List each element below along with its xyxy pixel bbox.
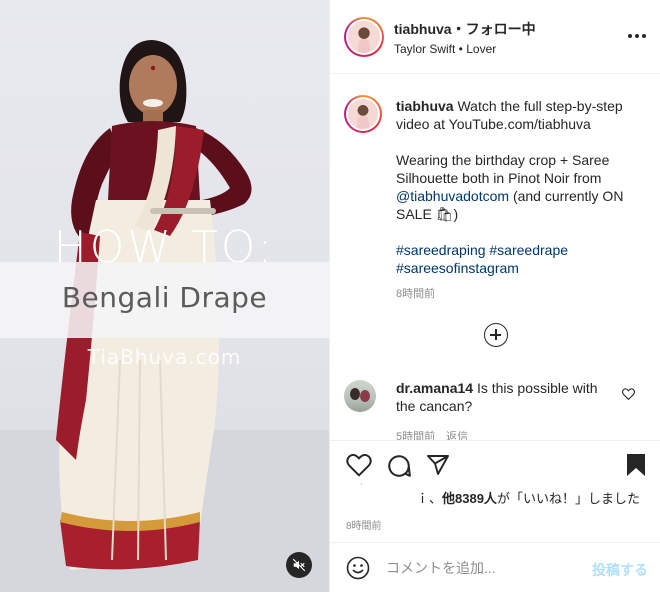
share-icon[interactable] [426, 453, 450, 477]
volume-muted-icon [292, 558, 306, 572]
caption-paragraph-2: Wearing the birthday crop + Saree Silhou… [396, 151, 646, 223]
caption-hashtags[interactable]: #sareedraping #sareedrape #sareesofinsta… [396, 241, 646, 277]
comment-like-heart-icon[interactable] [622, 388, 635, 400]
author-avatar[interactable] [344, 17, 384, 57]
overlay-title: Bengali Drape [61, 281, 268, 314]
more-options-icon[interactable] [628, 28, 650, 44]
comment-meta: 5時間前 返信 [396, 431, 469, 440]
mute-button[interactable] [286, 552, 312, 578]
emoji-icon[interactable] [346, 556, 370, 580]
header-user-line: tiabhuva・フォロー中 [394, 19, 536, 39]
action-bar [330, 440, 660, 490]
follow-status[interactable]: フォロー中 [466, 21, 536, 37]
post-timestamp[interactable]: 8時間前 [346, 517, 382, 532]
likes-dot: ˋ [360, 482, 363, 492]
comment-body: dr.amana14 Is this possible with the can… [396, 379, 616, 415]
commenter-avatar[interactable] [344, 380, 376, 412]
commenter-username[interactable]: dr.amana14 [396, 380, 473, 396]
comments-scroll-area[interactable]: tiabhuva Watch the full step-by-step vid… [330, 75, 660, 440]
audio-track[interactable]: Taylor Swift • Lover [394, 42, 496, 56]
caption-line2-prefix: Wearing the birthday crop + Saree Silhou… [396, 152, 610, 186]
caption-timestamp: 8時間前 [396, 288, 436, 300]
heart-icon[interactable] [346, 453, 372, 477]
post-media-video[interactable]: HOW TO: Bengali Drape TiaBhuva.com [0, 0, 329, 592]
post-caption: tiabhuva Watch the full step-by-step vid… [396, 97, 646, 277]
header-separator: ・ [451, 21, 466, 37]
post-comment-button[interactable]: 投稿する [592, 560, 648, 580]
comment-icon[interactable] [386, 453, 412, 479]
post-details-panel: tiabhuva・フォロー中 Taylor Swift • Lover tiab… [329, 0, 660, 592]
caption-mention[interactable]: @tiabhuvadotcom [396, 188, 509, 204]
likes-suffix: が「いいね！」しました [496, 491, 640, 506]
add-comment-bar: 投稿する [330, 542, 660, 592]
bookmark-icon[interactable] [626, 453, 646, 477]
overlay-watermark: TiaBhuva.com [87, 345, 242, 369]
likes-text: ｉ、他8389人が「いいね！」しました [416, 488, 640, 507]
post-header: tiabhuva・フォロー中 Taylor Swift • Lover [330, 0, 660, 74]
author-username[interactable]: tiabhuva [394, 21, 452, 37]
caption-author-avatar[interactable] [344, 95, 382, 133]
comment-input[interactable] [386, 556, 586, 580]
caption-username[interactable]: tiabhuva [396, 98, 454, 114]
plus-circle-icon[interactable] [484, 323, 508, 347]
likes-prefix: ｉ、 [416, 491, 443, 506]
likes-count[interactable]: 他8389人 [442, 491, 497, 506]
